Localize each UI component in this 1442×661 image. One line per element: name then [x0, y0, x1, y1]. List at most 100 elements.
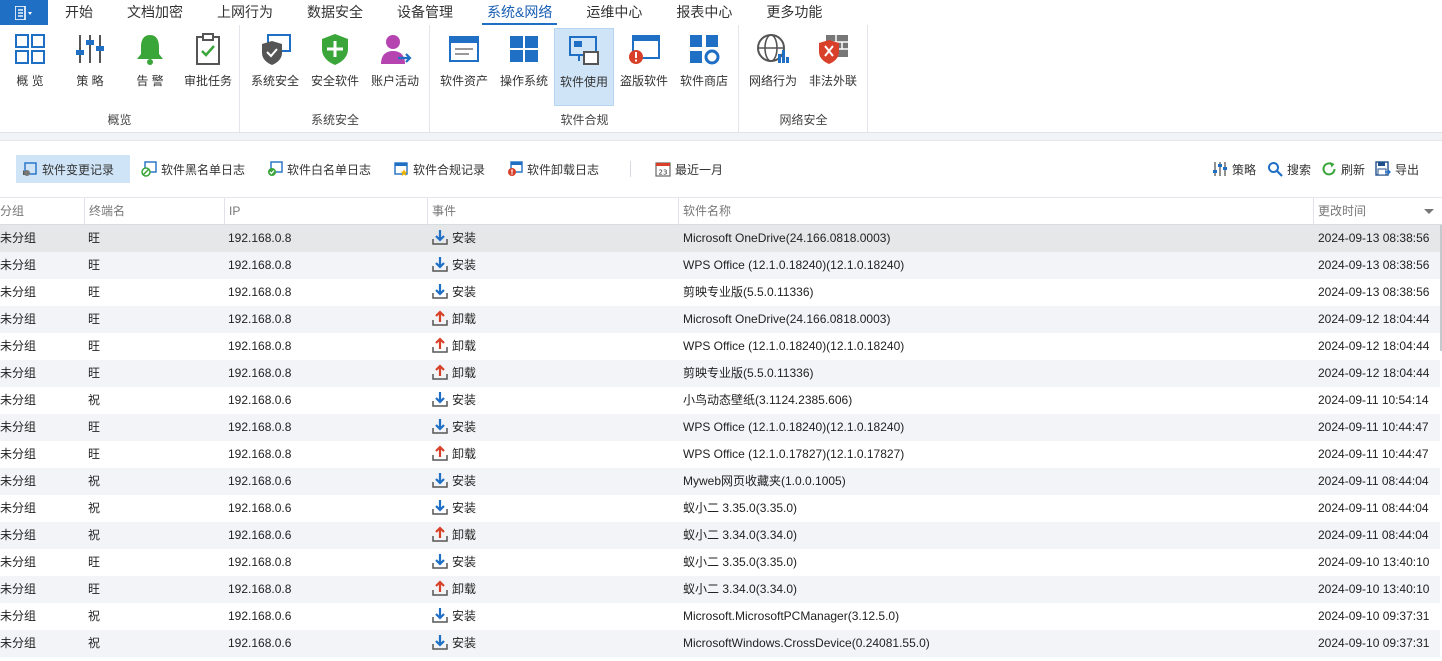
table-row[interactable]: 未分组 祝 192.168.0.6 安装 Myweb网页收藏夹(1.0.0.1005) 2…: [0, 468, 1440, 495]
tab-software-whitelist-log[interactable]: 软件白名单日志: [261, 155, 377, 183]
table-row[interactable]: 未分组 旺 192.168.0.8 安装 蚁小二 3.35.0(3.35.0) 2024-…: [0, 549, 1440, 576]
network-behavior-label: 网络行为: [748, 74, 797, 88]
alert-button[interactable]: 告 警: [120, 28, 180, 106]
cell-group: 未分组: [0, 285, 37, 299]
event-label: 卸载: [452, 312, 477, 326]
table-row[interactable]: 未分组 旺 192.168.0.8 卸载 WPS Office (12.1.0.1824…: [0, 333, 1440, 360]
cell-software-name: 蚁小二 3.35.0(3.35.0): [683, 501, 798, 515]
table-row[interactable]: 未分组 旺 192.168.0.8 安装 WPS Office (12.1.0.1824…: [0, 414, 1440, 441]
column-header-ip[interactable]: IP: [224, 198, 427, 225]
ribbon: 概 览 策 略 告 警 审批任务 概览 系统安全 安全软件 账户活动 系统安全: [0, 25, 1442, 133]
policy-button[interactable]: 策 略: [60, 28, 120, 106]
illegal-outreach-button[interactable]: 非法外联: [803, 28, 863, 106]
table-row[interactable]: 未分组 祝 192.168.0.6 安装 Microsoft.MicrosoftPCMa…: [0, 603, 1440, 630]
menu-item-4[interactable]: 设备管理: [380, 0, 470, 25]
event-label: 卸载: [452, 528, 477, 542]
software-store-button[interactable]: 软件商店: [674, 28, 734, 106]
tab-software-change-log[interactable]: 软件变更记录: [16, 155, 130, 183]
uninstall-arrow-icon: [432, 337, 448, 353]
table-row[interactable]: 未分组 旺 192.168.0.8 安装 Microsoft OneDrive(24.1…: [0, 225, 1440, 252]
menu-item-1[interactable]: 文档加密: [110, 0, 200, 25]
cell-event: 安装: [432, 495, 678, 522]
column-header-event[interactable]: 事件: [427, 198, 678, 225]
operating-system-label: 操作系统: [499, 74, 548, 88]
cell-terminal: 旺: [88, 285, 101, 299]
cell-change-time: 2024-09-10 13:40:10: [1318, 555, 1430, 569]
tab-software-uninstall-log[interactable]: 软件卸载日志: [501, 155, 605, 183]
policy-action-button[interactable]: 策略: [1206, 155, 1262, 183]
table-row[interactable]: 未分组 祝 192.168.0.6 安装 蚁小二 3.35.0(3.35.0) 2024-…: [0, 495, 1440, 522]
table-row[interactable]: 未分组 旺 192.168.0.8 卸载 Microsoft OneDrive(24.1…: [0, 306, 1440, 333]
system-security-label: 系统安全: [250, 74, 299, 88]
column-header-change-time[interactable]: 更改时间: [1313, 198, 1442, 225]
software-usage-button[interactable]: 软件使用: [554, 28, 614, 106]
approval-task-button[interactable]: 审批任务: [178, 28, 238, 106]
network-behavior-button[interactable]: 网络行为: [743, 28, 803, 106]
cell-event: 卸载: [432, 441, 678, 468]
cell-event: 安装: [432, 549, 678, 576]
cell-change-time: 2024-09-11 08:44:04: [1318, 528, 1429, 542]
cell-ip: 192.168.0.8: [228, 366, 292, 380]
menu-item-5[interactable]: 系统&网络: [470, 0, 569, 25]
column-header-terminal[interactable]: 终端名: [84, 198, 224, 225]
search-action-button[interactable]: 搜索: [1261, 155, 1317, 183]
cell-software-name: WPS Office (12.1.0.18240)(12.1.0.18240): [683, 339, 905, 353]
install-arrow-icon: [432, 284, 448, 299]
pirated-software-button[interactable]: 盗版软件: [614, 28, 674, 106]
software-assets-button[interactable]: 软件资产: [434, 28, 494, 106]
ribbon-group-software-compliance: 软件资产 操作系统 软件使用 盗版软件 软件商店 软件合规: [431, 25, 739, 132]
sliders-icon: [76, 35, 104, 63]
refresh-action-button[interactable]: 刷新: [1315, 155, 1371, 183]
user-activity-icon: [381, 35, 412, 64]
table-row[interactable]: 未分组 旺 192.168.0.8 安装 WPS Office (12.1.0.1824…: [0, 252, 1440, 279]
menu-item-8[interactable]: 更多功能: [749, 0, 839, 25]
system-security-button[interactable]: 系统安全: [245, 28, 305, 106]
ribbon-menu-icon[interactable]: [0, 0, 48, 25]
cell-ip: 192.168.0.6: [228, 609, 292, 623]
cell-ip: 192.168.0.6: [228, 501, 292, 515]
table-body: 未分组旺 192.168.0.8 安装 Microsoft OneDrive(24.1…: [0, 225, 1442, 661]
operating-system-button[interactable]: 操作系统: [494, 28, 554, 106]
table-row[interactable]: 未分组 旺 192.168.0.8 安装 剪映专业版(5.5.0.11336) 2024-…: [0, 279, 1440, 306]
menu-item-2[interactable]: 上网行为: [200, 0, 290, 25]
menu-item-7[interactable]: 报表中心: [659, 0, 749, 25]
column-header-software-name[interactable]: 软件名称: [678, 198, 1313, 225]
table-row[interactable]: 未分组 旺 192.168.0.8 卸载 蚁小二 3.34.0(3.34.0) 2024-…: [0, 576, 1440, 603]
event-label: 安装: [452, 258, 477, 272]
column-header-group[interactable]: 分组: [0, 198, 84, 225]
menu-item-3[interactable]: 数据安全: [290, 0, 380, 25]
table-row[interactable]: 未分组 祝 192.168.0.6 卸载 蚁小二 3.34.0(3.34.0) 2024-…: [0, 522, 1440, 549]
cell-ip: 192.168.0.8: [228, 582, 292, 596]
security-software-button[interactable]: 安全软件: [305, 28, 365, 106]
account-activity-button[interactable]: 账户活动: [365, 28, 425, 106]
cell-event: 安装: [432, 279, 678, 306]
overview-button[interactable]: 概 览: [0, 28, 60, 106]
table-row[interactable]: 未分组 祝 192.168.0.6 安装 小鸟动态壁纸(3.1124.2385.606)…: [0, 387, 1440, 414]
cell-software-name: 小鸟动态壁纸(3.1124.2385.606): [683, 393, 853, 407]
event-label: 安装: [452, 285, 477, 299]
blacklist-icon: [141, 161, 157, 177]
cell-software-name: WPS Office (12.1.0.18240)(12.1.0.18240): [683, 258, 905, 272]
software-assets-label: 软件资产: [439, 74, 488, 88]
sort-descending-icon[interactable]: [1424, 209, 1434, 214]
table-row[interactable]: 未分组 旺 192.168.0.8 卸载 剪映专业版(5.5.0.11336) 2024-…: [0, 360, 1440, 387]
cell-terminal: 祝: [88, 393, 101, 407]
export-action-button[interactable]: 导出: [1369, 155, 1425, 183]
cell-terminal: 祝: [88, 528, 101, 542]
menu-item-0[interactable]: 开始: [48, 0, 110, 25]
tab-software-compliance-log[interactable]: 软件合规记录: [387, 155, 491, 183]
cell-event: 卸载: [432, 522, 678, 549]
alert-label: 告 警: [136, 74, 164, 88]
cell-change-time: 2024-09-11 10:44:47: [1318, 420, 1429, 434]
tab-software-blacklist-log[interactable]: 软件黑名单日志: [135, 155, 251, 183]
cell-ip: 192.168.0.8: [228, 339, 292, 353]
menu-item-6[interactable]: 运维中心: [569, 0, 659, 25]
cell-group: 未分组: [0, 231, 37, 245]
table-row[interactable]: 未分组 旺 192.168.0.8 卸载 WPS Office (12.1.0.1782…: [0, 441, 1440, 468]
cell-software-name: Microsoft.MicrosoftPCManager(3.12.5.0): [683, 609, 900, 623]
cell-group: 未分组: [0, 636, 37, 650]
tab-label: 软件白名单日志: [287, 162, 372, 177]
date-filter-button[interactable]: 23 最近一月: [649, 155, 729, 183]
table-row[interactable]: 未分组 祝 192.168.0.6 安装 MicrosoftWindows.CrossD…: [0, 630, 1440, 657]
monitor-usage-icon: [569, 36, 599, 65]
